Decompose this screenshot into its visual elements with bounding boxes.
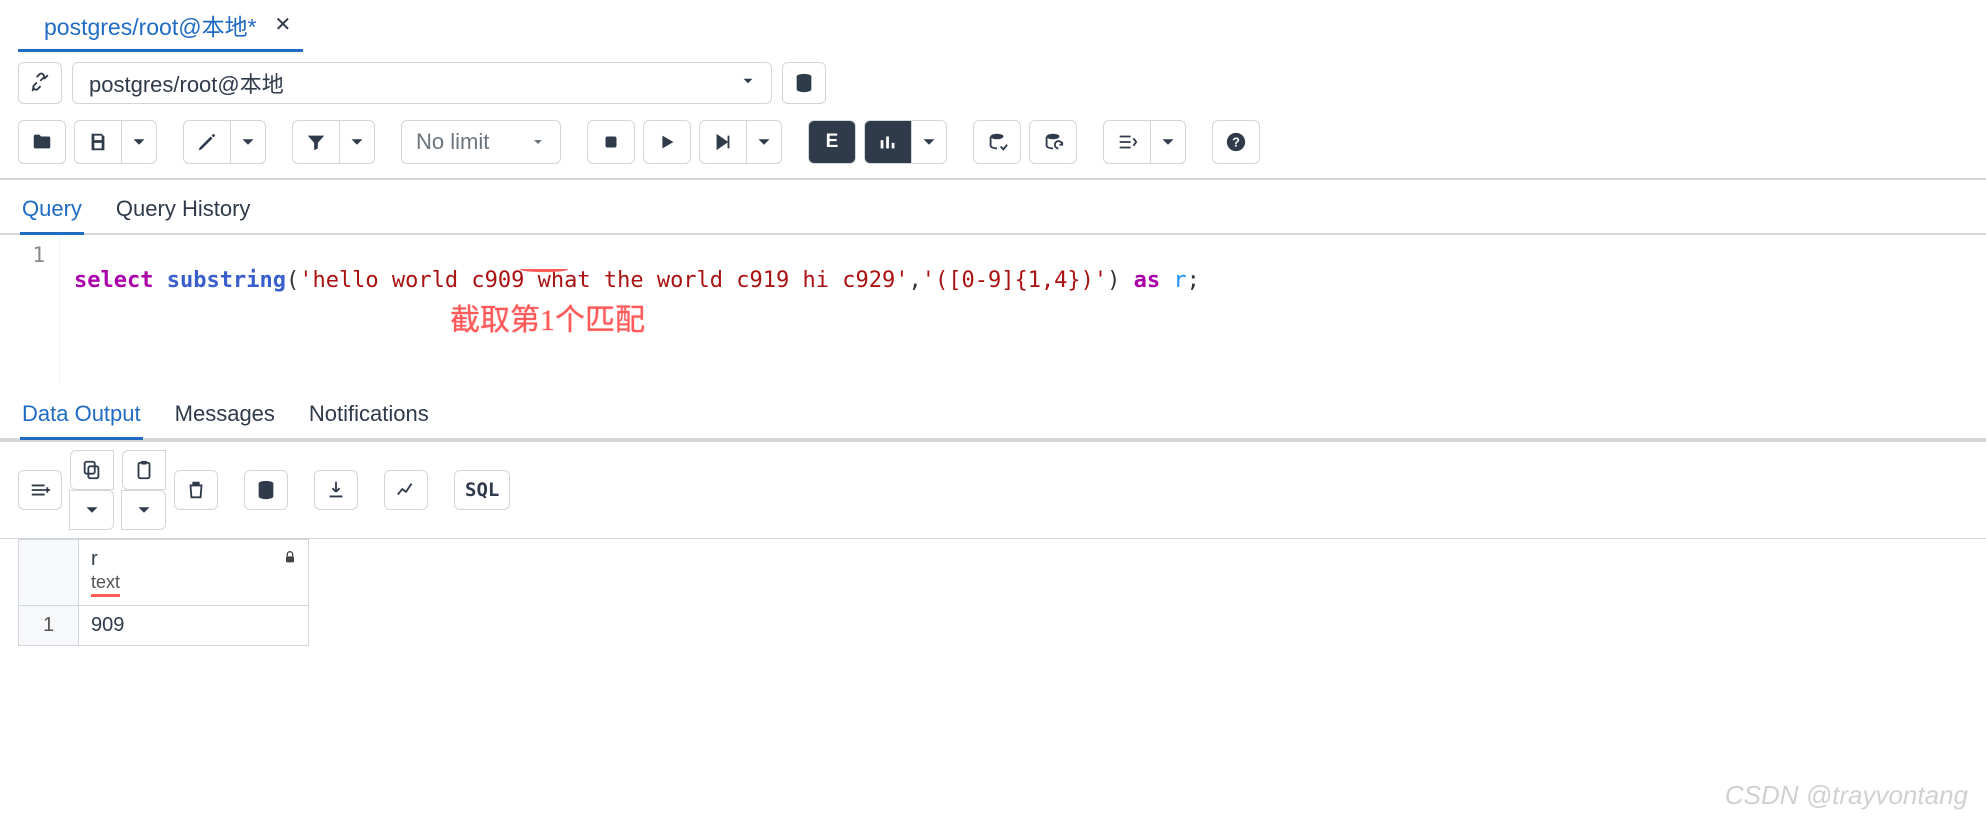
lock-icon <box>282 548 298 571</box>
editor-toolbar: No limit E ? <box>0 114 1986 178</box>
add-row-button[interactable] <box>18 470 62 510</box>
run-menu-button[interactable] <box>746 120 782 164</box>
watermark: CSDN @trayvontang <box>1725 780 1968 811</box>
svg-text:?: ? <box>1232 135 1240 150</box>
result-grid: r text 1 909 <box>18 539 309 646</box>
chevron-down-icon <box>739 70 757 96</box>
line-number: 1 <box>0 235 60 385</box>
run-button[interactable] <box>643 120 691 164</box>
sql-code[interactable]: select substring('hello world c909 what … <box>60 235 1986 385</box>
help-button[interactable]: ? <box>1212 120 1260 164</box>
editor-tab[interactable]: postgres/root@本地* ✕ <box>18 0 303 52</box>
save-data-button[interactable] <box>244 470 288 510</box>
output-toolbar: SQL <box>0 440 1986 539</box>
row-header-corner <box>19 540 79 606</box>
disconnect-button[interactable] <box>18 62 62 104</box>
cell-value[interactable]: 909 <box>79 606 309 646</box>
macro-menu-button[interactable] <box>1150 120 1186 164</box>
edit-button[interactable] <box>183 120 231 164</box>
output-tabs: Data Output Messages Notifications <box>0 385 1986 440</box>
filter-menu-button[interactable] <box>339 120 375 164</box>
filter-button[interactable] <box>292 120 340 164</box>
analyze-button[interactable] <box>864 120 912 164</box>
tab-messages[interactable]: Messages <box>173 395 277 438</box>
column-type: text <box>91 572 120 597</box>
tab-title: postgres/root@本地* <box>44 8 257 42</box>
limit-label: No limit <box>416 129 489 155</box>
explain-button[interactable]: E <box>808 120 856 164</box>
tab-notifications[interactable]: Notifications <box>307 395 431 438</box>
analyze-menu-button[interactable] <box>911 120 947 164</box>
delete-button[interactable] <box>174 470 218 510</box>
run-cursor-button[interactable] <box>699 120 747 164</box>
table-row[interactable]: 1 909 <box>19 606 309 646</box>
download-button[interactable] <box>314 470 358 510</box>
macro-button[interactable] <box>1103 120 1151 164</box>
sql-editor[interactable]: 1 select substring('hello world c909 wha… <box>0 235 1986 385</box>
stop-button[interactable] <box>587 120 635 164</box>
row-number: 1 <box>19 606 79 646</box>
column-name: r <box>91 548 296 571</box>
tab-query[interactable]: Query <box>20 190 84 235</box>
save-menu-button[interactable] <box>121 120 157 164</box>
edit-menu-button[interactable] <box>230 120 266 164</box>
hand-underline <box>520 265 568 272</box>
open-file-button[interactable] <box>18 120 66 164</box>
tab-query-history[interactable]: Query History <box>114 190 252 233</box>
connection-select[interactable]: postgres/root@本地 <box>72 62 772 104</box>
close-icon[interactable]: ✕ <box>271 12 292 37</box>
copy-menu-button[interactable] <box>69 490 114 530</box>
view-sql-button[interactable]: SQL <box>454 470 510 510</box>
limit-select[interactable]: No limit <box>401 120 561 164</box>
column-header[interactable]: r text <box>79 540 309 606</box>
annotation-text: 截取第1个匹配 <box>450 295 645 339</box>
rollback-button[interactable] <box>1029 120 1077 164</box>
tab-data-output[interactable]: Data Output <box>20 395 143 440</box>
paste-button[interactable] <box>122 450 166 490</box>
database-picker-button[interactable] <box>782 62 826 104</box>
editor-tabs: Query Query History <box>0 180 1986 235</box>
connection-value: postgres/root@本地 <box>89 67 284 99</box>
save-button[interactable] <box>74 120 122 164</box>
chart-button[interactable] <box>384 470 428 510</box>
commit-button[interactable] <box>973 120 1021 164</box>
paste-menu-button[interactable] <box>121 490 166 530</box>
copy-button[interactable] <box>70 450 114 490</box>
